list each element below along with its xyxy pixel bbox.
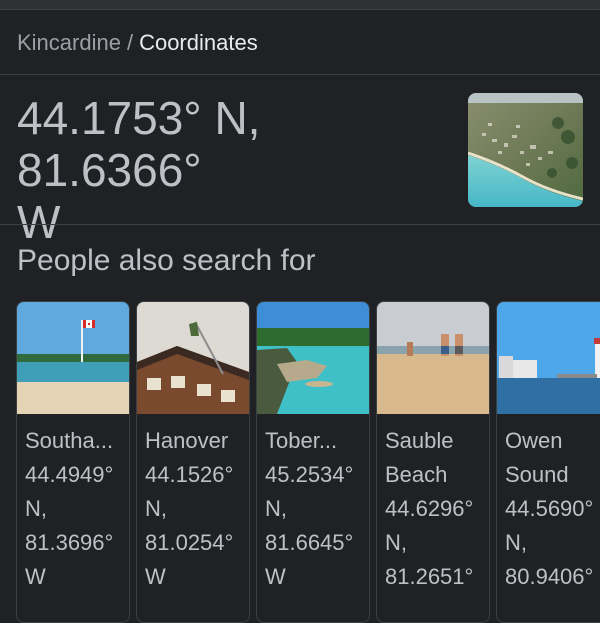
coordinates-answer-line: 44.1753° N, 81.6366° bbox=[17, 92, 261, 196]
place-coordinates: N, bbox=[25, 496, 47, 521]
place-name: Beach bbox=[385, 462, 448, 487]
coordinates-answer-line: W bbox=[17, 196, 61, 248]
place-name: Tober... bbox=[265, 428, 338, 453]
place-name: Hanover bbox=[145, 428, 229, 453]
place-coordinates: N, bbox=[385, 530, 407, 555]
place-card[interactable]: Owen Sound 44.5690° N, 80.9406° bbox=[496, 301, 600, 623]
aerial-town-thumbnail[interactable] bbox=[468, 93, 583, 207]
place-coordinates: 81.2651° bbox=[385, 564, 474, 589]
place-coordinates: 44.5690° bbox=[505, 496, 594, 521]
place-coordinates: W bbox=[25, 564, 46, 589]
place-name: Sauble bbox=[385, 428, 454, 453]
beach-with-canadian-flag-photo bbox=[17, 302, 129, 414]
place-card[interactable]: Sauble Beach 44.6296° N, 81.2651° bbox=[376, 301, 490, 623]
place-coordinates: 44.1526° bbox=[145, 462, 234, 487]
breadcrumb-root-link[interactable]: Kincardine bbox=[17, 30, 121, 55]
top-bar bbox=[0, 0, 600, 10]
place-name: Southa... bbox=[25, 428, 114, 453]
related-places-carousel: Southa... 44.4949° N, 81.3696° W Hanover… bbox=[16, 301, 600, 623]
breadcrumb-separator: / bbox=[126, 30, 134, 55]
place-coordinates: 81.3696° bbox=[25, 530, 114, 555]
divider bbox=[0, 74, 600, 75]
place-name: Owen bbox=[505, 428, 563, 453]
place-coordinates: 44.4949° bbox=[25, 462, 114, 487]
breadcrumb-current: Coordinates bbox=[139, 30, 258, 55]
place-coordinates: W bbox=[145, 564, 166, 589]
sandy-beach-people-photo bbox=[377, 302, 489, 414]
place-name: Sound bbox=[505, 462, 569, 487]
place-card[interactable]: Southa... 44.4949° N, 81.3696° W bbox=[16, 301, 130, 623]
place-coordinates: 80.9406° bbox=[505, 564, 594, 589]
place-coordinates: W bbox=[265, 564, 286, 589]
harbour-lighthouse-photo bbox=[497, 302, 600, 414]
place-card[interactable]: Tober... 45.2534° N, 81.6645° W bbox=[256, 301, 370, 623]
divider bbox=[0, 224, 600, 225]
place-coordinates: N, bbox=[145, 496, 167, 521]
brick-building-with-flag-photo bbox=[137, 302, 249, 414]
place-card[interactable]: Hanover 44.1526° N, 81.0254° W bbox=[136, 301, 250, 623]
breadcrumb: Kincardine / Coordinates bbox=[17, 29, 258, 57]
section-title: People also search for bbox=[17, 244, 316, 277]
place-coordinates: 45.2534° bbox=[265, 462, 354, 487]
place-coordinates: 81.6645° bbox=[265, 530, 354, 555]
place-coordinates: 81.0254° bbox=[145, 530, 234, 555]
place-coordinates: N, bbox=[265, 496, 287, 521]
turquoise-cove-photo bbox=[257, 302, 369, 414]
place-coordinates: N, bbox=[505, 530, 527, 555]
place-coordinates: 44.6296° bbox=[385, 496, 474, 521]
